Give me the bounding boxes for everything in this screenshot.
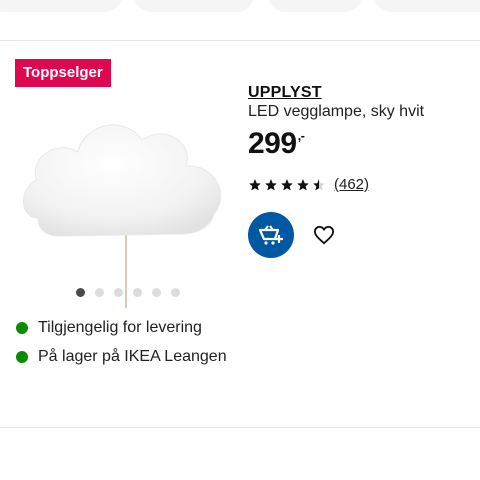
product-name[interactable]: UPPLYST	[248, 84, 322, 102]
bestseller-badge: Toppselger	[15, 59, 111, 87]
carousel-dot[interactable]	[114, 288, 123, 297]
cloud-shape	[23, 124, 222, 237]
product-price: 299,-	[248, 127, 305, 161]
filter-pill[interactable]	[268, 0, 362, 12]
filter-pill[interactable]	[374, 0, 480, 12]
add-to-cart-icon	[258, 225, 283, 245]
delivery-availability: Tilgjengelig for levering	[16, 319, 202, 337]
carousel-dot[interactable]	[152, 288, 161, 297]
star-icon	[249, 178, 261, 190]
in-stock-indicator	[16, 322, 28, 334]
star-rating	[248, 178, 326, 192]
filter-bar	[0, 0, 480, 41]
product-image[interactable]	[16, 68, 236, 318]
heart-icon	[313, 225, 335, 245]
carousel-dot[interactable]	[171, 288, 180, 297]
filter-pill[interactable]	[134, 0, 254, 12]
in-stock-indicator	[16, 351, 28, 363]
favorite-button[interactable]	[306, 217, 342, 253]
carousel-dot[interactable]	[76, 288, 85, 297]
store-availability: På lager på IKEA Leangen	[16, 348, 227, 366]
rating[interactable]: (462)	[248, 176, 369, 193]
star-icon	[265, 178, 277, 190]
add-to-cart-button[interactable]	[248, 212, 294, 258]
carousel-dot[interactable]	[133, 288, 142, 297]
half-star-icon	[313, 178, 325, 190]
filter-pill[interactable]	[0, 0, 122, 12]
price-value: 299	[248, 127, 297, 160]
review-count-link[interactable]: (462)	[334, 176, 369, 193]
image-carousel-dots	[76, 288, 180, 297]
price-suffix: ,-	[297, 128, 305, 143]
product-description: LED vegglampe, sky hvit	[248, 103, 425, 120]
availability-text: På lager på IKEA Leangen	[38, 348, 227, 365]
star-icon	[281, 178, 293, 190]
carousel-dot[interactable]	[95, 288, 104, 297]
availability-text: Tilgjengelig for levering	[38, 319, 202, 336]
star-icon	[297, 178, 309, 190]
